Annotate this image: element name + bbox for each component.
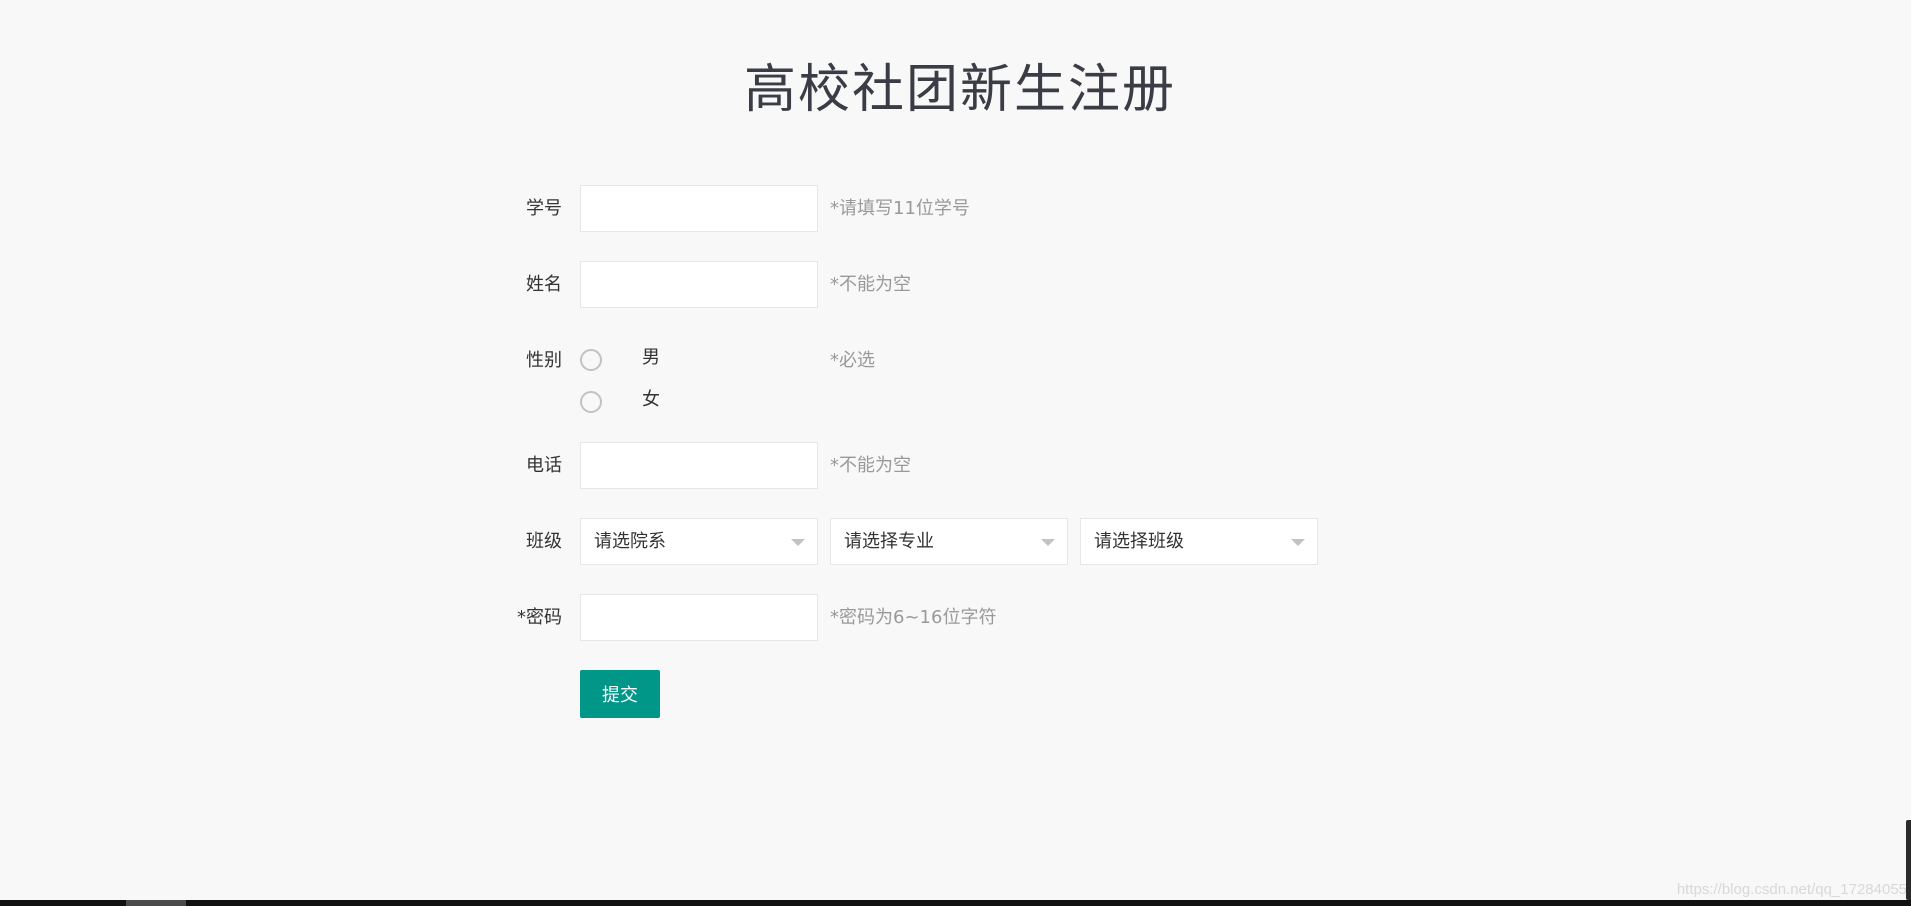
chevron-down-icon: [1041, 539, 1055, 546]
password-input[interactable]: [580, 594, 818, 641]
student-id-row: 学号 *请填写11位学号: [0, 185, 1911, 233]
gender-label: 性别: [526, 350, 562, 371]
registration-page: 高校社团新生注册 学号 *请填写11位学号 姓名 *不能为空 性别 男 女 *必…: [0, 0, 1911, 906]
phone-input[interactable]: [580, 442, 818, 489]
submit-button[interactable]: 提交: [580, 670, 660, 718]
class-select[interactable]: 请选择班级: [1080, 518, 1318, 565]
class-select-value: 请选择班级: [1094, 531, 1184, 552]
scrollbar-thumb[interactable]: [1906, 820, 1911, 900]
taskbar: [0, 900, 1911, 906]
gender-row: 性别 男 女 *必选: [0, 337, 1911, 421]
phone-row: 电话 *不能为空: [0, 442, 1911, 490]
watermark: https://blog.csdn.net/qq_17284055: [1676, 881, 1907, 898]
name-row: 姓名 *不能为空: [0, 261, 1911, 309]
gender-hint: *必选: [830, 350, 875, 371]
radio-circle-icon[interactable]: [580, 391, 602, 413]
name-hint: *不能为空: [830, 274, 911, 295]
class-label: 班级: [526, 531, 562, 552]
department-select-value: 请选院系: [594, 531, 666, 552]
password-label: *密码: [517, 607, 562, 628]
password-hint: *密码为6~16位字符: [830, 607, 997, 628]
student-id-input[interactable]: [580, 185, 818, 232]
gender-option-label: 男: [642, 347, 660, 368]
student-id-hint: *请填写11位学号: [830, 198, 970, 219]
chevron-down-icon: [1291, 539, 1305, 546]
phone-label: 电话: [526, 455, 562, 476]
student-id-label: 学号: [526, 198, 562, 219]
taskbar-item[interactable]: [126, 900, 186, 906]
major-select[interactable]: 请选择专业: [830, 518, 1068, 565]
major-select-value: 请选择专业: [844, 531, 934, 552]
name-input[interactable]: [580, 261, 818, 308]
class-row: 班级 请选院系 请选择专业 请选择班级: [0, 518, 1911, 566]
page-title: 高校社团新生注册: [743, 60, 1176, 120]
chevron-down-icon: [791, 539, 805, 546]
department-select[interactable]: 请选院系: [580, 518, 818, 565]
name-label: 姓名: [526, 274, 562, 295]
radio-circle-icon[interactable]: [580, 349, 602, 371]
gender-option-label: 女: [642, 389, 660, 410]
phone-hint: *不能为空: [830, 455, 911, 476]
password-row: *密码 *密码为6~16位字符: [0, 594, 1911, 642]
